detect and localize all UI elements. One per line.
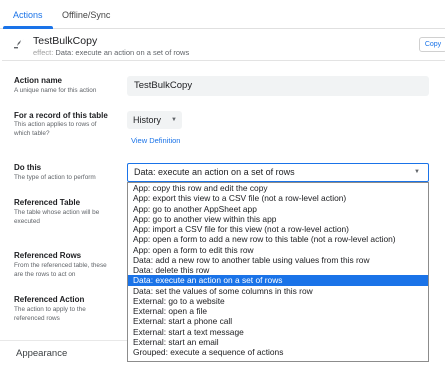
dropdown-option[interactable]: App: open a form to edit this row <box>128 245 428 255</box>
dropdown-option[interactable]: External: start an email <box>128 337 428 347</box>
do-this-desc: The type of action to perform <box>14 174 96 181</box>
referenced-rows-desc: From the referenced table, these are the… <box>14 262 107 278</box>
tab-offline-sync[interactable]: Offline/Sync <box>62 10 110 20</box>
tab-actions[interactable]: Actions <box>13 10 43 20</box>
effect-text: Data: execute an action on a set of rows <box>55 48 190 57</box>
chevron-down-icon: ▼ <box>414 169 420 175</box>
chevron-down-icon: ▼ <box>171 117 177 123</box>
table-select-value: History <box>133 115 162 125</box>
dropdown-option[interactable]: External: start a phone call <box>128 316 428 326</box>
dropdown-option[interactable]: App: import a CSV file for this view (no… <box>128 224 428 234</box>
dropdown-option[interactable]: App: go to another view within this app <box>128 214 428 224</box>
section-divider <box>0 340 127 341</box>
action-header[interactable]: TestBulkCopy effect: Data: execute an ac… <box>2 31 445 61</box>
action-effect-summary: effect: Data: execute an action on a set… <box>33 48 189 57</box>
dropdown-option[interactable]: App: go to another AppSheet app <box>128 204 428 214</box>
dropdown-option[interactable]: App: open a form to add a new row to thi… <box>128 234 428 244</box>
tab-bar: Actions Offline/Sync <box>0 0 445 29</box>
action-name-input[interactable]: TestBulkCopy <box>127 76 429 96</box>
table-desc: This action applies to rows of which tab… <box>14 121 97 137</box>
dropdown-option[interactable]: Data: set the values of some columns in … <box>128 286 428 296</box>
action-name-label: Action name <box>14 76 63 85</box>
referenced-action-label: Referenced Action <box>14 295 85 304</box>
dropdown-option[interactable]: External: start a text message <box>128 327 428 337</box>
dropdown-option[interactable]: Grouped: execute a sequence of actions <box>128 347 428 357</box>
action-title: TestBulkCopy <box>33 35 98 47</box>
appearance-section-header[interactable]: Appearance <box>16 348 67 359</box>
dropdown-option[interactable]: Data: delete this row <box>128 265 428 275</box>
referenced-action-desc: The action to apply to the referenced ro… <box>14 306 86 322</box>
referenced-table-label: Referenced Table <box>14 198 81 207</box>
dropdown-option[interactable]: App: export this view to a CSV file (not… <box>128 193 428 203</box>
action-bolt-icon <box>14 39 24 49</box>
table-label: For a record of this table <box>14 111 108 120</box>
referenced-rows-label: Referenced Rows <box>14 251 82 260</box>
dropdown-option[interactable]: Data: execute an action on a set of rows <box>128 275 428 286</box>
table-select[interactable]: History ▼ <box>127 111 182 129</box>
do-this-label: Do this <box>14 163 42 172</box>
view-definition-link[interactable]: View Definition <box>131 136 180 145</box>
do-this-select[interactable]: Data: execute an action on a set of rows… <box>127 163 429 182</box>
referenced-table-desc: The table whose action will be executed <box>14 209 100 225</box>
effect-prefix: effect: <box>33 48 54 57</box>
dropdown-option[interactable]: External: go to a website <box>128 296 428 306</box>
action-name-desc: A unique name for this action <box>14 87 97 94</box>
dropdown-option[interactable]: Data: add a new row to another table usi… <box>128 255 428 265</box>
dropdown-option[interactable]: External: open a file <box>128 306 428 316</box>
do-this-select-value: Data: execute an action on a set of rows <box>134 167 295 177</box>
dropdown-option[interactable]: App: copy this row and edit the copy <box>128 183 428 193</box>
do-this-options-list[interactable]: App: copy this row and edit the copy App:… <box>127 182 429 362</box>
copy-button[interactable]: Copy <box>419 37 445 52</box>
active-tab-indicator <box>3 26 53 29</box>
